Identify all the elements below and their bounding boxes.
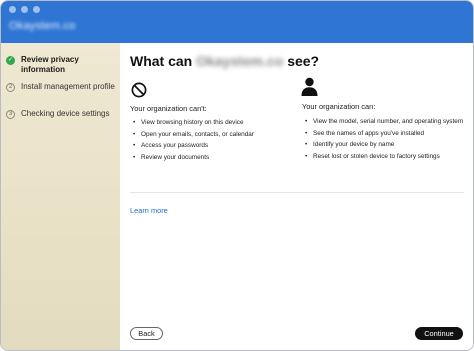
can-heading: Your organization can:	[302, 102, 376, 111]
title-bar: Okaystem.co	[1, 1, 473, 43]
step-label: Review privacy information	[21, 55, 79, 74]
step-label: Install management profile	[21, 82, 115, 91]
continue-button[interactable]: Continue	[415, 327, 463, 340]
sidebar-step-review-privacy: ✓ Review privacy information	[6, 55, 118, 75]
minimize-window-button[interactable]	[21, 6, 28, 13]
app-window: Okaystem.co ✓ Review privacy information…	[0, 0, 474, 351]
organization-name: Okaystem.co	[196, 53, 284, 69]
step-label: Checking device settings	[21, 109, 110, 118]
can-list: View the model, serial number, and opera…	[305, 118, 465, 164]
prohibit-icon	[131, 82, 147, 98]
cant-heading: Your organization can't:	[130, 104, 207, 113]
list-item: Access your passwords	[133, 142, 293, 151]
list-item: View browsing history on this device	[133, 119, 293, 128]
learn-more-link[interactable]: Learn more	[130, 206, 168, 215]
steps-sidebar: ✓ Review privacy information 2 Install m…	[1, 43, 120, 350]
page-title: What can Okaystem.co see?	[130, 53, 320, 69]
cant-list: View browsing history on this device Ope…	[133, 119, 293, 165]
list-item: Open your emails, contacts, or calendar	[133, 131, 293, 140]
divider	[130, 192, 464, 193]
checkmark-icon: ✓	[6, 56, 15, 65]
list-item: Identify your device by name	[305, 141, 465, 150]
step-number-badge: 3	[6, 110, 15, 119]
sidebar-step-install-profile: 2 Install management profile	[6, 82, 118, 92]
list-item: Reset lost or stolen device to factory s…	[305, 153, 465, 162]
zoom-window-button[interactable]	[33, 6, 40, 13]
window-title: Okaystem.co	[9, 20, 76, 32]
step-number-badge: 2	[6, 83, 15, 92]
list-item: Review your documents	[133, 154, 293, 163]
list-item: See the names of apps you've installed	[305, 130, 465, 139]
main-content: What can Okaystem.co see? Your organizat…	[120, 43, 473, 350]
back-button[interactable]: Back	[130, 327, 163, 340]
person-icon	[301, 77, 318, 96]
close-window-button[interactable]	[9, 6, 16, 13]
sidebar-step-checking-settings: 3 Checking device settings	[6, 109, 118, 119]
list-item: View the model, serial number, and opera…	[305, 118, 465, 127]
